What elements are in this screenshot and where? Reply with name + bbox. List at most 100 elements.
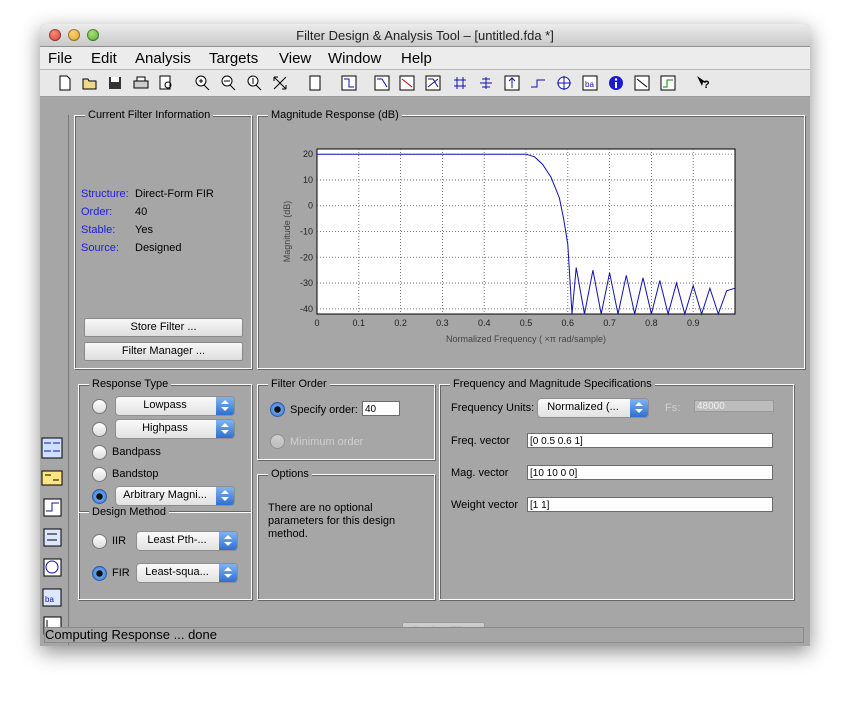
help-icon[interactable]: ? (693, 73, 713, 93)
iir-label: IIR (112, 535, 127, 547)
frequency-units-popup[interactable]: Normalized (... (537, 398, 649, 418)
transform-icon[interactable] (40, 465, 64, 489)
filter-order-panel: Filter Order Specify order: 40 Minimum o… (257, 378, 435, 460)
zoom-x-icon[interactable] (218, 73, 238, 93)
create-multirate-icon[interactable] (40, 495, 64, 519)
y-tick-label: -30 (300, 278, 313, 288)
specify-order-radio[interactable] (270, 402, 285, 417)
title-bar: Filter Design & Analysis Tool – [untitle… (40, 24, 810, 47)
bandstop-label: Bandstop (112, 468, 159, 480)
pole-zero-editor-icon[interactable] (40, 555, 64, 579)
menu-window[interactable]: Window (328, 50, 381, 67)
step-icon[interactable] (528, 73, 548, 93)
options-panel: Options There are no optional parameters… (257, 468, 435, 600)
structure-label: Structure: (81, 188, 129, 200)
new-icon[interactable] (55, 73, 75, 93)
fs-field[interactable]: 48000 (694, 400, 774, 412)
options-title: Options (268, 468, 312, 480)
x-axis-label: Normalized Frequency ( ×π rad/sample) (446, 334, 606, 344)
y-tick-label: -10 (300, 227, 313, 237)
stable-value: Yes (135, 224, 153, 236)
fir-method-popup[interactable]: Least-squa... (136, 563, 238, 583)
iir-method-popup[interactable]: Least Pth-... (136, 531, 238, 551)
cost-icon[interactable] (632, 73, 652, 93)
phase-delay-icon[interactable] (476, 73, 496, 93)
y-tick-label: -40 (300, 304, 313, 314)
magnitude-response-chart[interactable]: 0 0.1 0.2 0.3 0.4 0.5 0.6 0.7 0.8 0.9 20 10 0 -10 -20 -… (258, 116, 804, 368)
group-delay-icon[interactable] (450, 73, 470, 93)
menu-bar: File Edit Analysis Targets View Window H… (40, 47, 810, 70)
x-tick-label: 0.5 (520, 318, 533, 328)
y-tick-label: 0 (308, 201, 313, 211)
y-tick-label: -20 (300, 252, 313, 262)
menu-targets[interactable]: Targets (209, 50, 258, 67)
order-value: 40 (135, 206, 148, 218)
x-tick-label: 0.9 (687, 318, 700, 328)
lowpass-radio[interactable] (92, 399, 107, 414)
menu-edit[interactable]: Edit (91, 50, 117, 67)
x-tick-label: 0.1 (353, 318, 366, 328)
x-tick-label: 0.8 (645, 318, 658, 328)
toolbar: ba ? (40, 70, 810, 97)
zoom-fit-icon[interactable] (658, 73, 678, 93)
iir-radio[interactable] (92, 534, 107, 549)
arbitrary-magnitude-popup[interactable]: Arbitrary Magni... (115, 486, 235, 506)
print-icon[interactable] (131, 73, 151, 93)
store-filter-button[interactable]: Store Filter ... (84, 318, 243, 337)
filter-order-title: Filter Order (268, 378, 330, 390)
mag-vector-field[interactable]: [10 10 0 0] (527, 465, 773, 480)
info-icon[interactable] (606, 73, 626, 93)
mag-vector-label: Mag. vector (451, 467, 509, 479)
weight-vector-field[interactable]: [1 1] (527, 497, 773, 512)
arbitrary-magnitude-radio[interactable] (92, 489, 107, 504)
current-filter-panel: Current Filter Information Structure: Di… (74, 109, 252, 369)
mag-phase-icon[interactable] (423, 73, 443, 93)
open-icon[interactable] (80, 73, 100, 93)
options-text: There are no optional parameters for thi… (268, 502, 396, 540)
pole-zero-icon[interactable] (554, 73, 574, 93)
freq-mag-title: Frequency and Magnitude Specifications (450, 378, 655, 390)
print-preview-icon[interactable] (156, 73, 176, 93)
weight-vector-label: Weight vector (451, 499, 519, 511)
filter-specs-icon[interactable] (339, 73, 359, 93)
current-filter-title: Current Filter Information (85, 109, 214, 121)
side-icon-bar: ba (40, 115, 69, 645)
realize-model-icon[interactable] (40, 525, 64, 549)
bandstop-radio[interactable] (92, 467, 107, 482)
zoom-y-icon[interactable] (244, 73, 264, 93)
bandpass-radio[interactable] (92, 445, 107, 460)
minimum-order-radio[interactable] (270, 434, 285, 449)
impulse-icon[interactable] (502, 73, 522, 93)
highpass-radio[interactable] (92, 422, 107, 437)
design-filter-icon[interactable] (40, 436, 64, 460)
freq-vector-field[interactable]: [0 0.5 0.6 1] (527, 433, 773, 448)
svg-text:ba: ba (585, 80, 594, 89)
order-field[interactable]: 40 (362, 401, 400, 416)
x-tick-label: 0.2 (394, 318, 407, 328)
import-icon[interactable]: ba (40, 585, 64, 609)
zoom-in-icon[interactable] (192, 73, 212, 93)
magnitude-icon[interactable] (372, 73, 392, 93)
new-window-icon[interactable] (305, 73, 325, 93)
y-axis-label: Magnitude (dB) (282, 201, 292, 263)
fdatool-window: Filter Design & Analysis Tool – [untitle… (40, 24, 810, 646)
full-view-icon[interactable] (270, 73, 290, 93)
coefficients-icon[interactable]: ba (580, 73, 600, 93)
main-content: ba Current Filter Information Structure:… (40, 97, 810, 646)
menu-view[interactable]: View (279, 50, 311, 67)
y-tick-label: 10 (303, 175, 313, 185)
menu-file[interactable]: File (48, 50, 72, 67)
highpass-popup[interactable]: Highpass (115, 419, 235, 439)
save-icon[interactable] (105, 73, 125, 93)
plot-panel: Magnitude Response (dB) 0 0.1 0.2 0.3 0.4 0.5… (257, 109, 805, 369)
response-type-title: Response Type (89, 378, 172, 390)
phase-icon[interactable] (397, 73, 417, 93)
filter-manager-button[interactable]: Filter Manager ... (84, 342, 243, 361)
lowpass-popup[interactable]: Lowpass (115, 396, 235, 416)
source-label: Source: (81, 242, 119, 254)
menu-analysis[interactable]: Analysis (135, 50, 191, 67)
menu-help[interactable]: Help (401, 50, 432, 67)
stable-label: Stable: (81, 224, 116, 236)
fir-radio[interactable] (92, 566, 107, 581)
specify-order-label: Specify order: (290, 404, 358, 416)
